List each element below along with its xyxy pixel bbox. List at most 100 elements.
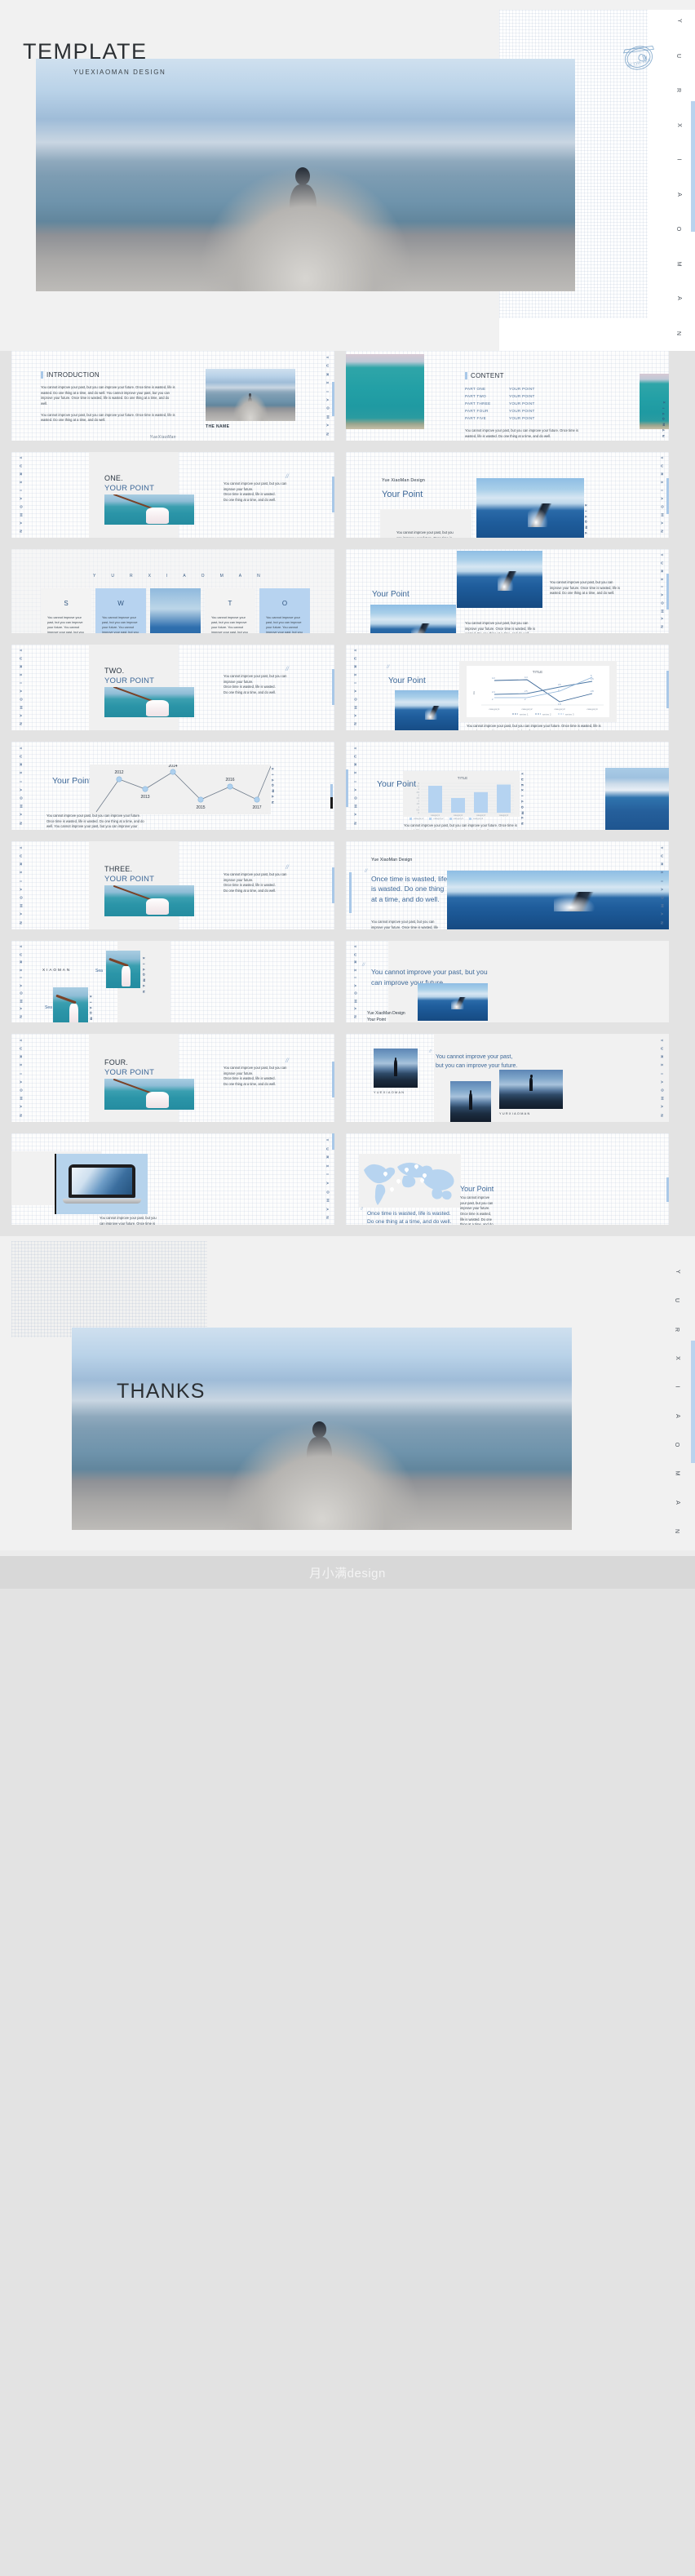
map-pin-icon[interactable] <box>395 1177 402 1185</box>
timeline-chart-panel[interactable]: 2012 2013 2014 2015 2016 2017 <box>90 764 272 814</box>
svg-text:4.5: 4.5 <box>417 786 420 788</box>
one-body-block: // You cannot improve your past, but you… <box>224 474 289 503</box>
vertical-tag: YUEXIAOMAN <box>520 772 525 826</box>
intro-photo-caption: THE NAME <box>206 424 230 429</box>
four-number: FOUR. <box>104 1058 128 1066</box>
intro-photo <box>206 369 295 421</box>
swot-letter: U <box>111 574 115 579</box>
swot-column-letter: T <box>228 600 232 607</box>
swot-column-s[interactable]: S You cannot improve your past, but you … <box>41 588 91 633</box>
quote-slash-icon: // <box>362 963 365 968</box>
cover-hero-photo <box>36 59 575 291</box>
one-body-text: You cannot improve your past, but you ca… <box>224 481 287 502</box>
map-pin-icon[interactable] <box>382 1170 389 1177</box>
content-list-item[interactable]: PART FIVE YOUR POINT <box>465 416 604 420</box>
swot-column-w[interactable]: W You cannot improve your past, but you … <box>95 588 146 633</box>
barchart-title: Your Point <box>377 779 417 789</box>
map-panel[interactable] <box>359 1154 461 1208</box>
intro-signature: YueXiaoMan <box>149 434 176 440</box>
thanks-title: THANKS <box>117 1380 206 1403</box>
map-body: You cannot improve your past, but you ca… <box>460 1195 494 1225</box>
gallery-caption-1: You cannot improve your past, but you ca… <box>550 580 621 596</box>
linechart-photo <box>395 690 458 730</box>
vertical-rail: YURXI AOMAN <box>353 747 358 825</box>
swot-column-o[interactable]: O You cannot improve your past, but you … <box>259 588 310 633</box>
slide-sea-cards: YURXI AOMAN XIAOMAN Sea XIAOMAN Sea XIAO… <box>11 941 334 1022</box>
sea-card-top[interactable]: Sea XIAOMAN <box>95 951 146 993</box>
laptop-base <box>62 1199 142 1204</box>
svg-text:2.5: 2.5 <box>417 797 420 800</box>
vertical-rail: YURXI AOMAN <box>19 846 24 924</box>
swot-column-text: You cannot improve your past, but you ca… <box>102 616 139 633</box>
design-text-card: You cannot improve your past, but you ca… <box>380 509 471 538</box>
swot-letter: I <box>166 574 169 579</box>
slide-row-9: YURXI AOMAN You cannot improve your past… <box>0 1133 695 1225</box>
svg-text:4: 4 <box>418 788 420 791</box>
svg-text:2016: 2016 <box>225 778 234 783</box>
person-silhouette <box>529 1075 533 1091</box>
slide-design-point: YURXI AOMAN Yue XiaoMan Design Your Poin… <box>346 452 669 538</box>
brand-letter: N <box>674 1528 680 1533</box>
linechart-title: Your Point <box>388 676 426 685</box>
slide-section-two: YURXI AOMAN TWO. YOUR POINT // You canno… <box>11 645 334 730</box>
vertical-rail: YURXI AOMAN <box>19 649 24 726</box>
content-list-item[interactable]: PART ONE YOUR POINT <box>465 387 604 391</box>
barchart-frame[interactable]: TITLE 5 4.5 4 3.5 3 2.5 2 1.5 1 0.5 0 ca… <box>403 771 520 817</box>
slide-big-quote: YURXI AOMAN // You cannot improve your p… <box>346 941 669 1022</box>
slide-laptop: YURXI AOMAN You cannot improve your past… <box>11 1133 334 1225</box>
brand-letter: N <box>675 330 682 335</box>
gallery-caption-2: You cannot improve your past, but you ca… <box>465 621 536 633</box>
content-list-item[interactable]: PART TWO YOUR POINT <box>465 394 604 398</box>
four-heading-group: FOUR. YOUR POINT <box>104 1058 154 1077</box>
sea-card-mid[interactable]: Sea XIAOMAN <box>45 987 93 1022</box>
slide-row-1: YURXI AOMAN INTRODUCTION You cannot impr… <box>0 351 695 441</box>
four-title: YOUR POINT <box>104 1068 155 1077</box>
sea-card-photo <box>53 987 88 1022</box>
content-list-item[interactable]: PART FOUR YOUR POINT <box>465 409 604 413</box>
map-pin-icon[interactable] <box>418 1177 426 1184</box>
heading-accent-bar <box>465 372 467 379</box>
svg-text:category3: category3 <box>554 707 565 711</box>
swot-letter: M <box>219 574 224 579</box>
slide-dual-figure: YURXI AOMAN YUEXIAOMAN // You cannot imp… <box>346 1034 669 1122</box>
map-quote-block: // Once time is wasted, life is wasted. … <box>361 1207 452 1225</box>
intro-text-block: INTRODUCTION You cannot improve your pas… <box>41 371 176 440</box>
map-pin-icon[interactable] <box>413 1163 420 1170</box>
big-quote-credit: Yue XiaoMan Design Your Point <box>367 1011 405 1022</box>
vertical-rail: YURXI AOMAN <box>19 945 24 1018</box>
svg-text:2.4: 2.4 <box>492 690 495 694</box>
vertical-rail: YURXI AOMAN <box>660 553 665 629</box>
content-part-label: PART TWO <box>465 394 487 398</box>
brand-letter: I <box>674 1386 680 1388</box>
content-side-photo <box>346 354 424 429</box>
big-quote-photo <box>418 983 488 1021</box>
brand-letter: I <box>675 158 682 161</box>
line-chart-canvas[interactable]: TITLE title 4.3 4.4 1.8 2.8 2.4 2.5 3.5 … <box>467 666 609 717</box>
slide-content: CONTENT PART ONE YOUR POINT PART TWO YOU… <box>346 351 669 441</box>
vertical-rail: YURXI AOMAN <box>19 747 24 825</box>
map-title: Your Point <box>460 1185 494 1193</box>
thanks-hero-photo <box>72 1328 572 1530</box>
content-list-item[interactable]: PART THREE YOUR POINT <box>465 401 604 406</box>
gallery-title: Your Point <box>372 590 409 599</box>
brand-letter: Y <box>674 1270 680 1274</box>
person-silhouette <box>247 392 253 409</box>
brand-letter: A <box>675 296 682 301</box>
swot-letter: A <box>183 574 187 579</box>
dual-quote-block: // You cannot improve your past, but you… <box>429 1049 520 1071</box>
vertical-rail: YURXI AOMAN <box>660 1039 665 1117</box>
two-body-text: You cannot improve your past, but you ca… <box>224 674 287 694</box>
thanks-grid-panel <box>11 1241 207 1337</box>
swot-letter: A <box>238 574 243 579</box>
barchart-legend: category1 category2 category3 category4 <box>409 817 483 820</box>
vertical-rail: YURXI AOMAN <box>325 356 330 436</box>
swot-column-t[interactable]: T You cannot improve your past, but you … <box>205 588 255 633</box>
map-pin-icon[interactable] <box>403 1166 410 1173</box>
content-part-label: PART THREE <box>465 401 491 406</box>
three-photo <box>104 885 194 916</box>
map-pin-icon[interactable] <box>388 1186 396 1193</box>
svg-text:5: 5 <box>418 783 420 785</box>
slide-timeline: YURXI AOMAN Your Point 2012 2013 2014 20… <box>11 742 334 830</box>
four-body-block: // You cannot improve your past, but you… <box>224 1058 289 1088</box>
swot-columns: S You cannot improve your past, but you … <box>41 588 310 633</box>
